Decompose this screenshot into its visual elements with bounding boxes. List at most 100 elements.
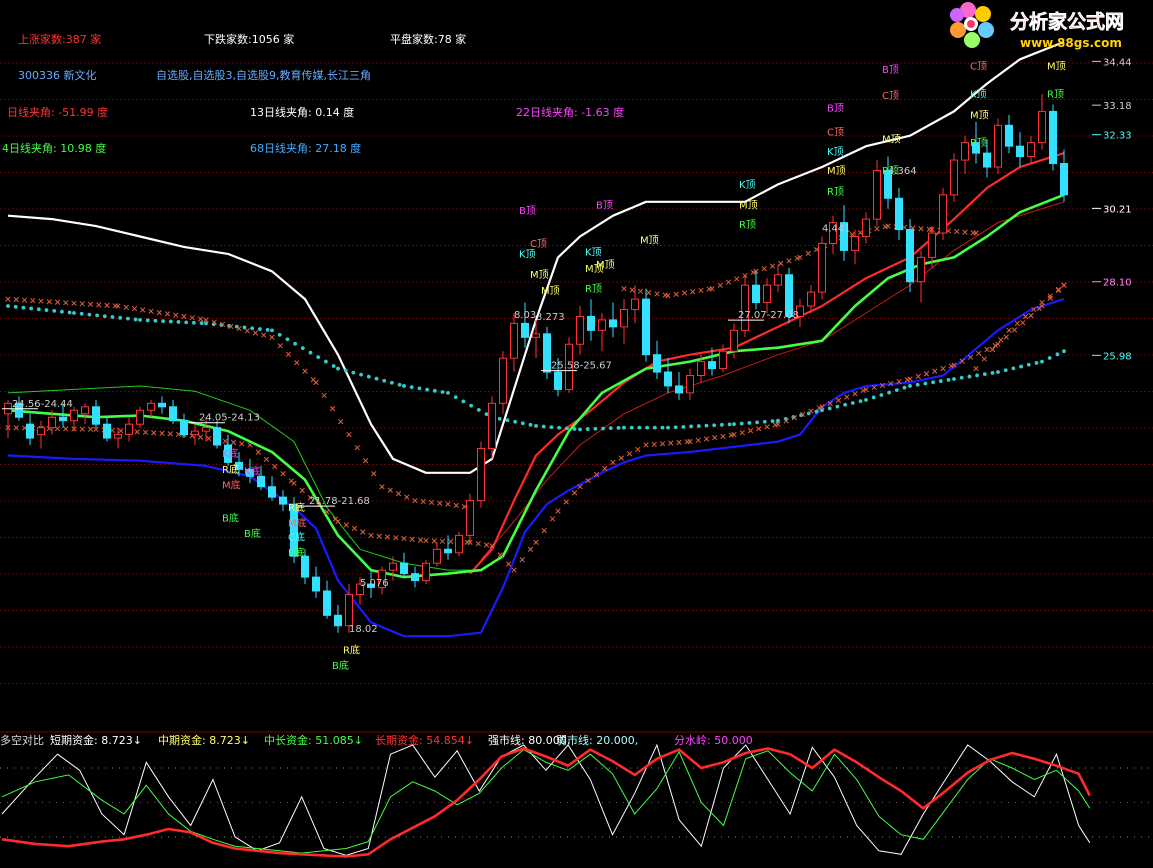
range-label: 21.78-21.68 bbox=[309, 496, 370, 507]
candle-body[interactable] bbox=[895, 197, 903, 231]
candle-body[interactable] bbox=[532, 333, 540, 338]
candle-body[interactable] bbox=[488, 402, 496, 450]
cyan-dot-marker bbox=[102, 314, 107, 319]
candle-body[interactable] bbox=[81, 406, 89, 415]
candle-body[interactable] bbox=[180, 420, 188, 436]
candle-body[interactable] bbox=[1016, 145, 1024, 158]
cyan-dot-marker bbox=[270, 328, 274, 333]
candle-body[interactable] bbox=[609, 319, 617, 328]
candle-body[interactable] bbox=[92, 406, 100, 425]
candle-body[interactable] bbox=[994, 124, 1002, 168]
candle-body[interactable] bbox=[1027, 142, 1035, 158]
candle-body[interactable] bbox=[851, 236, 859, 251]
candle-body[interactable] bbox=[620, 308, 628, 328]
candle-body[interactable] bbox=[499, 357, 507, 404]
candle-body[interactable] bbox=[389, 562, 397, 571]
candle-body[interactable] bbox=[48, 416, 56, 429]
candle-body[interactable] bbox=[675, 385, 683, 394]
candle-body[interactable] bbox=[125, 423, 133, 436]
candle-body[interactable] bbox=[763, 284, 771, 304]
candle-body[interactable] bbox=[400, 562, 408, 575]
candle-body[interactable] bbox=[279, 496, 287, 505]
candle-body[interactable] bbox=[257, 475, 265, 488]
candle-body[interactable] bbox=[510, 322, 518, 359]
candle-body[interactable] bbox=[631, 298, 639, 310]
signal-label: M底 bbox=[288, 517, 307, 530]
candle-body[interactable] bbox=[1049, 110, 1057, 165]
candle-body[interactable] bbox=[939, 194, 947, 234]
candle-body[interactable] bbox=[697, 361, 705, 377]
candle-body[interactable] bbox=[741, 284, 749, 331]
signal-label: R底 bbox=[343, 644, 360, 657]
candle-body[interactable] bbox=[1005, 124, 1013, 147]
candle-body[interactable] bbox=[301, 555, 309, 578]
cyan-dot-marker bbox=[6, 304, 10, 308]
candle-body[interactable] bbox=[664, 371, 672, 387]
candle-body[interactable] bbox=[202, 427, 210, 432]
cyan-dot-marker bbox=[199, 321, 204, 326]
candle-body[interactable] bbox=[477, 448, 485, 502]
candle-body[interactable] bbox=[1038, 110, 1046, 144]
candle-body[interactable] bbox=[136, 409, 144, 425]
candle-body[interactable] bbox=[1060, 163, 1068, 196]
candle-body[interactable] bbox=[961, 142, 969, 161]
candle-body[interactable] bbox=[598, 319, 606, 331]
candle-body[interactable] bbox=[466, 500, 474, 536]
candle-body[interactable] bbox=[862, 218, 870, 238]
candle-body[interactable] bbox=[719, 350, 727, 370]
candle-body[interactable] bbox=[411, 573, 419, 582]
candle-body[interactable] bbox=[37, 427, 45, 436]
candle-body[interactable] bbox=[70, 409, 78, 422]
cyan-dot-marker bbox=[21, 305, 26, 310]
candle-body[interactable] bbox=[554, 371, 562, 390]
candle-body[interactable] bbox=[774, 274, 782, 286]
cyan-dot-marker bbox=[397, 382, 402, 387]
candle-body[interactable] bbox=[752, 284, 760, 304]
candle-body[interactable] bbox=[686, 375, 694, 394]
candle-body[interactable] bbox=[191, 430, 199, 436]
cyan-dot-marker bbox=[1026, 362, 1031, 367]
candle-body[interactable] bbox=[345, 593, 353, 627]
range-label: 24.05-24.13 bbox=[199, 413, 260, 424]
cyan-dot-marker bbox=[161, 319, 166, 324]
price-annotation: 4.441 bbox=[822, 223, 851, 234]
candle-body[interactable] bbox=[433, 548, 441, 564]
candle-body[interactable] bbox=[587, 315, 595, 331]
cyan-dot-marker bbox=[660, 425, 665, 430]
cyan-dot-marker bbox=[864, 397, 868, 402]
candle-body[interactable] bbox=[807, 291, 815, 307]
candle-body[interactable] bbox=[334, 614, 342, 627]
candle-body[interactable] bbox=[422, 562, 430, 582]
candle-body[interactable] bbox=[59, 416, 67, 422]
candle-body[interactable] bbox=[213, 427, 221, 446]
candle-body[interactable] bbox=[653, 354, 661, 373]
cyan-dot-marker bbox=[959, 375, 964, 380]
cyan-dot-marker bbox=[110, 315, 115, 319]
candle-body[interactable] bbox=[928, 232, 936, 258]
candle-body[interactable] bbox=[950, 159, 958, 196]
candle-body[interactable] bbox=[455, 534, 463, 554]
candle-body[interactable] bbox=[521, 322, 529, 338]
candle-body[interactable] bbox=[444, 548, 452, 554]
cyan-dot-marker bbox=[747, 421, 752, 425]
candle-body[interactable] bbox=[818, 242, 826, 293]
candle-body[interactable] bbox=[906, 229, 914, 283]
candle-body[interactable] bbox=[268, 486, 276, 498]
candle-body[interactable] bbox=[158, 402, 166, 408]
candle-body[interactable] bbox=[730, 329, 738, 352]
candle-body[interactable] bbox=[543, 333, 551, 373]
cyan-dot-marker bbox=[887, 390, 891, 395]
candle-body[interactable] bbox=[26, 423, 34, 439]
candle-body[interactable] bbox=[147, 402, 155, 411]
candle-body[interactable] bbox=[103, 423, 111, 439]
candle-body[interactable] bbox=[169, 406, 177, 422]
candle-body[interactable] bbox=[114, 434, 122, 439]
candle-body[interactable] bbox=[642, 298, 650, 356]
candle-body[interactable] bbox=[983, 152, 991, 168]
candle-body[interactable] bbox=[312, 576, 320, 592]
candle-body[interactable] bbox=[708, 361, 716, 370]
candle-body[interactable] bbox=[917, 256, 925, 283]
candle-body[interactable] bbox=[873, 169, 881, 220]
candle-body[interactable] bbox=[323, 590, 331, 616]
candle-body[interactable] bbox=[576, 315, 584, 345]
